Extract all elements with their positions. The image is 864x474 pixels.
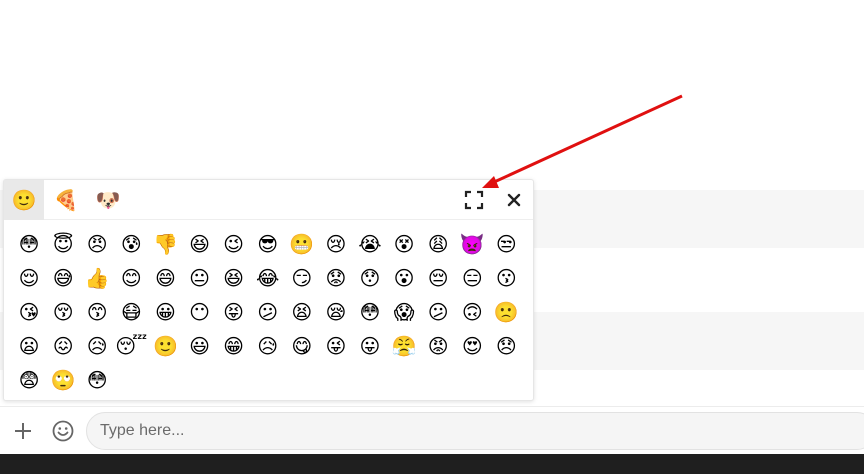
emoji-item[interactable]: 😂	[251, 261, 285, 295]
emoji-item[interactable]: 🙄	[46, 363, 80, 397]
emoji-item[interactable]: 🙁	[489, 295, 523, 329]
emoji-picker-header: 🙂 🍕 🐶	[4, 180, 533, 220]
emoji-item[interactable]: 😱	[387, 295, 421, 329]
bottom-bar	[0, 454, 864, 474]
plus-icon	[15, 423, 31, 439]
emoji-item[interactable]: 😑	[455, 261, 489, 295]
emoji-picker: 🙂 🍕 🐶 😳 😇 😠 😰 👎 😆 😉 😎 😬 😢 😭 😵 😩 👿 😒 😌 😅 👍 😊 😄 😐 😆 😂 😏 😟 😯 😮 😔 😑 😗 😘 😚 😙 😷…	[3, 179, 534, 401]
emoji-item[interactable]: 😫	[285, 295, 319, 329]
emoji-item[interactable]: 😷	[114, 295, 148, 329]
emoji-item[interactable]: 😠	[80, 227, 114, 261]
emoji-item[interactable]: 😮	[387, 261, 421, 295]
emoji-item[interactable]: 😥	[80, 329, 114, 363]
emoji-item[interactable]: 🙃	[455, 295, 489, 329]
emoji-item[interactable]: 😌	[12, 261, 46, 295]
emoji-item[interactable]: 😅	[46, 261, 80, 295]
emoji-item[interactable]: 😇	[46, 227, 80, 261]
smiley-icon	[52, 420, 74, 442]
emoji-item[interactable]: 😰	[114, 227, 148, 261]
emoji-item[interactable]: 😦	[12, 329, 46, 363]
emoji-item[interactable]: 😊	[114, 261, 148, 295]
emoji-item[interactable]: 😆	[182, 227, 216, 261]
emoji-item[interactable]: 😭	[353, 227, 387, 261]
emoji-item[interactable]: 😢	[319, 227, 353, 261]
emoji-item[interactable]: 😘	[12, 295, 46, 329]
emoji-item[interactable]: 😪	[319, 295, 353, 329]
chat-page: 🙂 🍕 🐶 😳 😇 😠 😰 👎 😆 😉 😎 😬 😢 😭 😵 😩 👿 😒 😌 😅 👍 😊 😄 😐 😆 😂 😏 😟 😯 😮 😔 😑 😗 😘 😚 😙 😷…	[0, 0, 864, 474]
emoji-item[interactable]: 😀	[148, 295, 182, 329]
emoji-item[interactable]: 😔	[421, 261, 455, 295]
emoji-item[interactable]: 😜	[319, 329, 353, 363]
emoji-item[interactable]: 😃	[182, 329, 216, 363]
emoji-item[interactable]: 😳	[12, 227, 46, 261]
expand-icon	[464, 190, 484, 210]
emoji-item[interactable]: 😯	[353, 261, 387, 295]
emoji-item[interactable]: 😕	[251, 295, 285, 329]
message-input[interactable]	[86, 412, 864, 450]
emoji-item[interactable]: 🙂	[148, 329, 182, 363]
emoji-item[interactable]: 😵	[387, 227, 421, 261]
emoji-item[interactable]: 😟	[319, 261, 353, 295]
emoji-item[interactable]: 😞	[489, 329, 523, 363]
emoji-item[interactable]: 😨	[12, 363, 46, 397]
emoji-item[interactable]: 😶	[182, 295, 216, 329]
emoji-item[interactable]: 😤	[387, 329, 421, 363]
tab-food[interactable]: 🍕	[46, 180, 86, 220]
emoji-item[interactable]: 👍	[80, 261, 114, 295]
emoji-item[interactable]: 😕	[421, 295, 455, 329]
emoji-item[interactable]: 😥	[251, 329, 285, 363]
emoji-item[interactable]: 😩	[421, 227, 455, 261]
emoji-item[interactable]: 😏	[285, 261, 319, 295]
emoji-item[interactable]: 😆	[217, 261, 251, 295]
emoji-item[interactable]: 😳	[80, 363, 114, 397]
emoji-item[interactable]: 👎	[148, 227, 182, 261]
emoji-toggle-button[interactable]	[51, 419, 75, 443]
emoji-item[interactable]: 😉	[217, 227, 251, 261]
emoji-item[interactable]: 😬	[285, 227, 319, 261]
emoji-item[interactable]: 😁	[217, 329, 251, 363]
emoji-item[interactable]: 😗	[489, 261, 523, 295]
emoji-item[interactable]: 😒	[489, 227, 523, 261]
emoji-item[interactable]: 😎	[251, 227, 285, 261]
emoji-item[interactable]: 😝	[217, 295, 251, 329]
emoji-item[interactable]: 😳	[353, 295, 387, 329]
emoji-item[interactable]: 😐	[182, 261, 216, 295]
emoji-item[interactable]: 😛	[353, 329, 387, 363]
message-composer	[0, 406, 864, 454]
close-button[interactable]	[504, 190, 524, 210]
emoji-item[interactable]: 😄	[148, 261, 182, 295]
emoji-item[interactable]: 😴	[114, 329, 148, 363]
emoji-item[interactable]: 👿	[455, 227, 489, 261]
emoji-item[interactable]: 😍	[455, 329, 489, 363]
tab-smileys[interactable]: 🙂	[4, 180, 44, 220]
emoji-item[interactable]: 😡	[421, 329, 455, 363]
emoji-item[interactable]: 😚	[46, 295, 80, 329]
emoji-item[interactable]: 😋	[285, 329, 319, 363]
emoji-grid: 😳 😇 😠 😰 👎 😆 😉 😎 😬 😢 😭 😵 😩 👿 😒 😌 😅 👍 😊 😄 😐 😆 😂 😏 😟 😯 😮 😔 😑 😗 😘 😚 😙 😷 😀 😶 😝 😕 😫 😪…	[12, 227, 524, 397]
emoji-item[interactable]: 😖	[46, 329, 80, 363]
tab-animals[interactable]: 🐶	[88, 180, 128, 220]
add-attachment-button[interactable]	[11, 419, 35, 443]
expand-button[interactable]	[464, 190, 484, 210]
emoji-item[interactable]: 😙	[80, 295, 114, 329]
close-icon	[507, 193, 521, 207]
